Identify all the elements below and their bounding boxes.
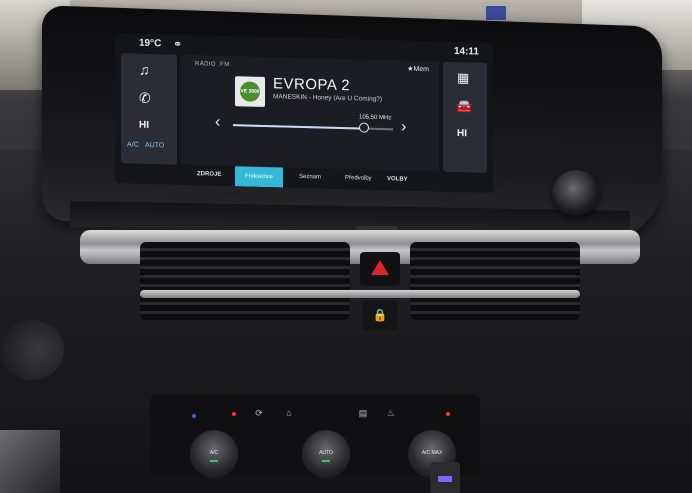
chevron-left-icon[interactable]: ‹	[215, 114, 220, 132]
options-button[interactable]: VOLBY	[387, 176, 408, 183]
outside-temperature: 19°C	[139, 37, 162, 50]
climate-led-red-right	[446, 412, 450, 416]
ac-knob[interactable]: A/C	[190, 430, 238, 478]
station-logo: VE 3500	[235, 76, 265, 107]
phone-button[interactable]: ✆	[139, 90, 151, 107]
tab-predvolby[interactable]: Předvolby	[345, 175, 372, 182]
hazard-icon	[371, 260, 389, 275]
central-lock-button[interactable]: 🔒	[362, 300, 398, 330]
air-vent-right[interactable]	[410, 242, 580, 320]
climate-led-red	[232, 412, 236, 416]
apps-grid-icon[interactable]: ▦	[457, 70, 469, 86]
gear-selector[interactable]	[430, 462, 460, 493]
chrome-bar-lower	[140, 290, 580, 298]
tuning-slider-fill	[233, 124, 365, 130]
tab-zdroje[interactable]: ZDROJE	[197, 171, 221, 178]
auto-knob[interactable]: AUTO	[302, 430, 350, 478]
connection-icon: ⚭	[173, 38, 183, 51]
tab-seznam[interactable]: Seznam	[299, 174, 321, 181]
rear-defrost-icon[interactable]: ▤	[352, 408, 374, 424]
seat-heat-icon[interactable]: ♨	[380, 408, 402, 424]
air-vent-left[interactable]	[140, 242, 350, 320]
lock-icon: 🔒	[372, 308, 388, 322]
windshield-defrost-icon[interactable]: ⌂	[278, 408, 300, 424]
tab-frekvence[interactable]: Frekvence	[235, 166, 284, 188]
memory-button[interactable]: ★Mem	[407, 65, 429, 74]
auto-knob-label: AUTO	[319, 450, 333, 456]
station-name: EVROPA 2	[273, 75, 351, 95]
ac-knob-label: A/C	[209, 450, 219, 456]
auto-label[interactable]: AUTO	[145, 142, 164, 150]
left-shortcut-bar: ♫ ✆ HI A/C AUTO	[121, 53, 177, 165]
tuning-slider-knob[interactable]	[359, 122, 370, 133]
now-playing: MANESKIN - Honey (Are U Coming?)	[273, 93, 383, 104]
station-logo-mark: VE 3500	[240, 81, 260, 102]
tuning-slider[interactable]	[233, 122, 393, 133]
radio-source-label: RÁDIO .FM	[195, 61, 230, 69]
clock: 14:11	[453, 45, 479, 58]
ac-max-knob-label: A/C MAX	[421, 450, 443, 456]
seat-frame	[0, 430, 60, 493]
steering-wheel-edge	[0, 320, 64, 380]
fan-hi-button[interactable]: HI	[139, 120, 149, 131]
car-icon[interactable]: 🚘	[456, 98, 472, 114]
volume-knob[interactable]	[552, 170, 600, 216]
infotainment-screen: 19°C ⚭ 14:11 ♫ ✆ HI A/C AUTO RÁDIO .FM ★…	[115, 33, 493, 193]
blue-sign	[486, 6, 506, 20]
fan-hi-right-button[interactable]: HI	[457, 128, 467, 139]
car-dashboard-photo: 19°C ⚭ 14:11 ♫ ✆ HI A/C AUTO RÁDIO .FM ★…	[0, 0, 692, 493]
recirculation-icon[interactable]: ⟳	[248, 408, 270, 424]
gear-indicator	[438, 476, 452, 482]
ac-label[interactable]: A/C	[127, 141, 139, 148]
hazard-button[interactable]	[360, 252, 400, 286]
climate-led-blue	[192, 414, 196, 418]
frequency-readout: 105,50 MHz	[359, 114, 392, 122]
music-button[interactable]: ♫	[139, 62, 150, 78]
right-shortcut-bar: ▦ 🚘 HI	[443, 61, 487, 173]
radio-panel: RÁDIO .FM ★Mem VE 3500 EVROPA 2 MANESKIN…	[181, 54, 439, 172]
chevron-right-icon[interactable]: ›	[401, 119, 406, 137]
memory-label: Mem	[413, 65, 429, 74]
